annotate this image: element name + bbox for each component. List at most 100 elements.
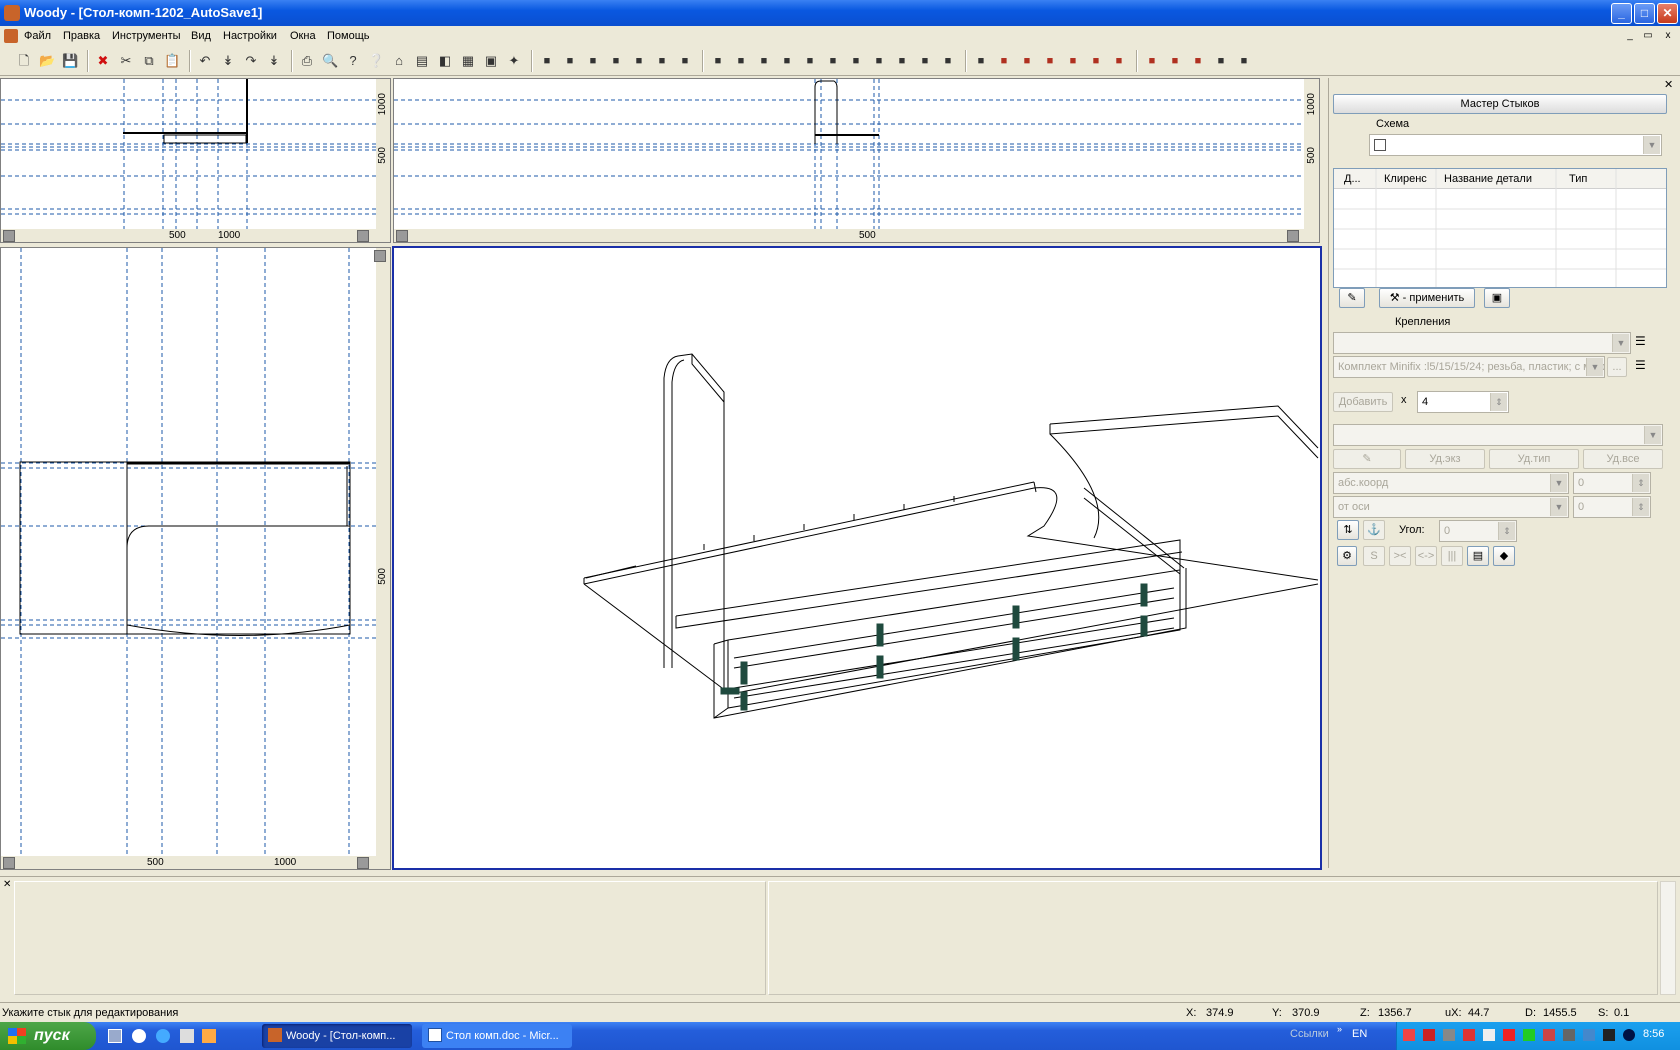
pan-view-icon[interactable]: ■	[608, 53, 624, 69]
view-corner-icon[interactable]	[1287, 230, 1299, 242]
view-corner-icon[interactable]	[396, 230, 408, 242]
properties-icon[interactable]: ▤	[414, 53, 430, 69]
anchor-button[interactable]: ⚓	[1363, 520, 1385, 540]
show-desktop-icon[interactable]	[108, 1029, 122, 1043]
tray-icon[interactable]	[1463, 1029, 1475, 1041]
open-folder-icon[interactable]: 📂	[39, 53, 55, 69]
magic-wand-icon[interactable]: ✦	[506, 53, 522, 69]
import-icon[interactable]: ■	[917, 53, 933, 69]
copy-icon[interactable]: ⧉	[141, 53, 157, 69]
angle-spinner[interactable]: 0 ⇕	[1439, 520, 1517, 542]
menu-help[interactable]: Помощь	[327, 26, 370, 46]
folder-icon[interactable]	[202, 1029, 216, 1043]
explorer-icon[interactable]	[180, 1029, 194, 1043]
add-button[interactable]: Добавить	[1333, 392, 1393, 412]
tray-icon[interactable]	[1563, 1029, 1575, 1041]
apply-button[interactable]: ⚒ - применить	[1379, 288, 1475, 308]
fastening-type-select[interactable]: ▼	[1333, 332, 1631, 354]
panel-icon[interactable]: ■	[733, 53, 749, 69]
menu-tools[interactable]: Инструменты	[112, 26, 181, 46]
output-pane-left[interactable]	[14, 881, 766, 995]
print-preview-icon[interactable]: 🔍	[322, 53, 338, 69]
volume-icon[interactable]	[1483, 1029, 1495, 1041]
clipboard-button[interactable]: ▤	[1467, 546, 1489, 566]
eye-icon[interactable]: ■	[1213, 53, 1229, 69]
library-icon[interactable]: ⌂	[391, 53, 407, 69]
edit-icon[interactable]: ■	[894, 53, 910, 69]
maximize-button[interactable]: □	[1634, 3, 1655, 24]
zoom-window-icon[interactable]: ■	[562, 53, 578, 69]
redo-icon[interactable]: ↷	[243, 53, 259, 69]
pick-button[interactable]: ✎	[1333, 449, 1401, 469]
view-plan[interactable]: 500 1000 500	[0, 247, 391, 870]
save-icon[interactable]: 💾	[62, 53, 78, 69]
chevron-down-icon[interactable]: ▼	[1550, 498, 1567, 516]
view-corner-icon[interactable]	[3, 230, 15, 242]
fit-icon[interactable]: ■	[677, 53, 693, 69]
language-indicator[interactable]: EN	[1352, 1028, 1367, 1040]
hand-icon[interactable]: ■	[654, 53, 670, 69]
axis-mode-select[interactable]: от оси ▼	[1333, 496, 1569, 518]
cylinder-icon[interactable]: ■	[1065, 53, 1081, 69]
select-icon[interactable]: ■	[539, 53, 555, 69]
chevron-down-icon[interactable]: ▼	[1643, 136, 1660, 154]
menu-edit[interactable]: Правка	[63, 26, 100, 46]
panel-close-icon[interactable]: ✕	[1664, 78, 1673, 91]
chevron-down-icon[interactable]: ▼	[1586, 358, 1603, 376]
view-shade-icon[interactable]: ■	[1019, 53, 1035, 69]
book-button[interactable]: ◆	[1493, 546, 1515, 566]
measure-icon[interactable]: ■	[1111, 53, 1127, 69]
tray-icon[interactable]	[1443, 1029, 1455, 1041]
context-help-icon[interactable]: ❔	[368, 53, 384, 69]
spinner-arrows-icon[interactable]: ⇕	[1498, 522, 1515, 540]
render-icon[interactable]: ▣	[483, 53, 499, 69]
material-icon[interactable]: ■	[825, 53, 841, 69]
document-icon[interactable]	[4, 29, 18, 43]
tray-icon[interactable]	[1603, 1029, 1615, 1041]
menu-windows[interactable]: Окна	[290, 26, 316, 46]
help-icon[interactable]: ?	[345, 53, 361, 69]
tree-icon[interactable]: ■	[940, 53, 956, 69]
eraser-button[interactable]: ✎	[1339, 288, 1365, 308]
links-toolbar[interactable]: Ссылки	[1290, 1028, 1329, 1040]
minimize-button[interactable]: _	[1611, 3, 1632, 24]
panel-header[interactable]: Мастер Стыков	[1333, 94, 1667, 114]
shelf-icon[interactable]: ■	[871, 53, 887, 69]
zoom-icon[interactable]: ■	[585, 53, 601, 69]
chevron-down-icon[interactable]: ▼	[1612, 334, 1629, 352]
list-icon[interactable]: ☰	[1635, 334, 1646, 348]
print-icon[interactable]: ⎙	[299, 53, 315, 69]
fastening-kit-select[interactable]: Комплект Minifix :l5/15/15/24; резьба, п…	[1333, 356, 1605, 378]
coord-mode-select[interactable]: абс.коорд ▼	[1333, 472, 1569, 494]
delete-icon[interactable]: ✖	[95, 53, 111, 69]
schema-select[interactable]: ▼	[1369, 134, 1662, 156]
tray-icon[interactable]	[1423, 1029, 1435, 1041]
ie-icon[interactable]	[156, 1029, 170, 1043]
chevron-down-icon[interactable]: ▼	[1550, 474, 1567, 492]
box-green-icon[interactable]: ■	[1088, 53, 1104, 69]
view-corner-icon[interactable]	[357, 230, 369, 242]
new-file-icon[interactable]: 🗋	[16, 53, 32, 69]
chevron-down-icon[interactable]: ▼	[1644, 426, 1661, 444]
fastening-instance-select[interactable]: ▼	[1333, 424, 1663, 446]
cabinet-icon[interactable]: ■	[848, 53, 864, 69]
mdi-minimize-button[interactable]: _	[1622, 29, 1638, 43]
menu-settings[interactable]: Настройки	[223, 26, 277, 46]
export-black-icon[interactable]: ■	[1167, 53, 1183, 69]
insert-icon[interactable]: ■	[802, 53, 818, 69]
view-corner-icon[interactable]	[357, 857, 369, 869]
undo-icon[interactable]: ↶	[197, 53, 213, 69]
layers-icon[interactable]: ◧	[437, 53, 453, 69]
view-3d[interactable]	[392, 246, 1322, 870]
distance-button[interactable]: <->	[1415, 546, 1437, 566]
task-word[interactable]: Стол комп.doc - Micr...	[422, 1024, 572, 1048]
mdi-close-button[interactable]: x	[1660, 29, 1676, 43]
coord-value-spinner[interactable]: 0 ⇕	[1573, 472, 1651, 494]
spinner-arrows-icon[interactable]: ⇕	[1632, 474, 1649, 492]
output-pane-right[interactable]	[768, 881, 1658, 995]
chevron-icon[interactable]: »	[1337, 1024, 1342, 1034]
spinner-arrows-icon[interactable]: ⇕	[1490, 393, 1507, 411]
save-button[interactable]: ▣	[1484, 288, 1510, 308]
tray-icon[interactable]	[1503, 1029, 1515, 1041]
distribute-button[interactable]: |||	[1441, 546, 1463, 566]
